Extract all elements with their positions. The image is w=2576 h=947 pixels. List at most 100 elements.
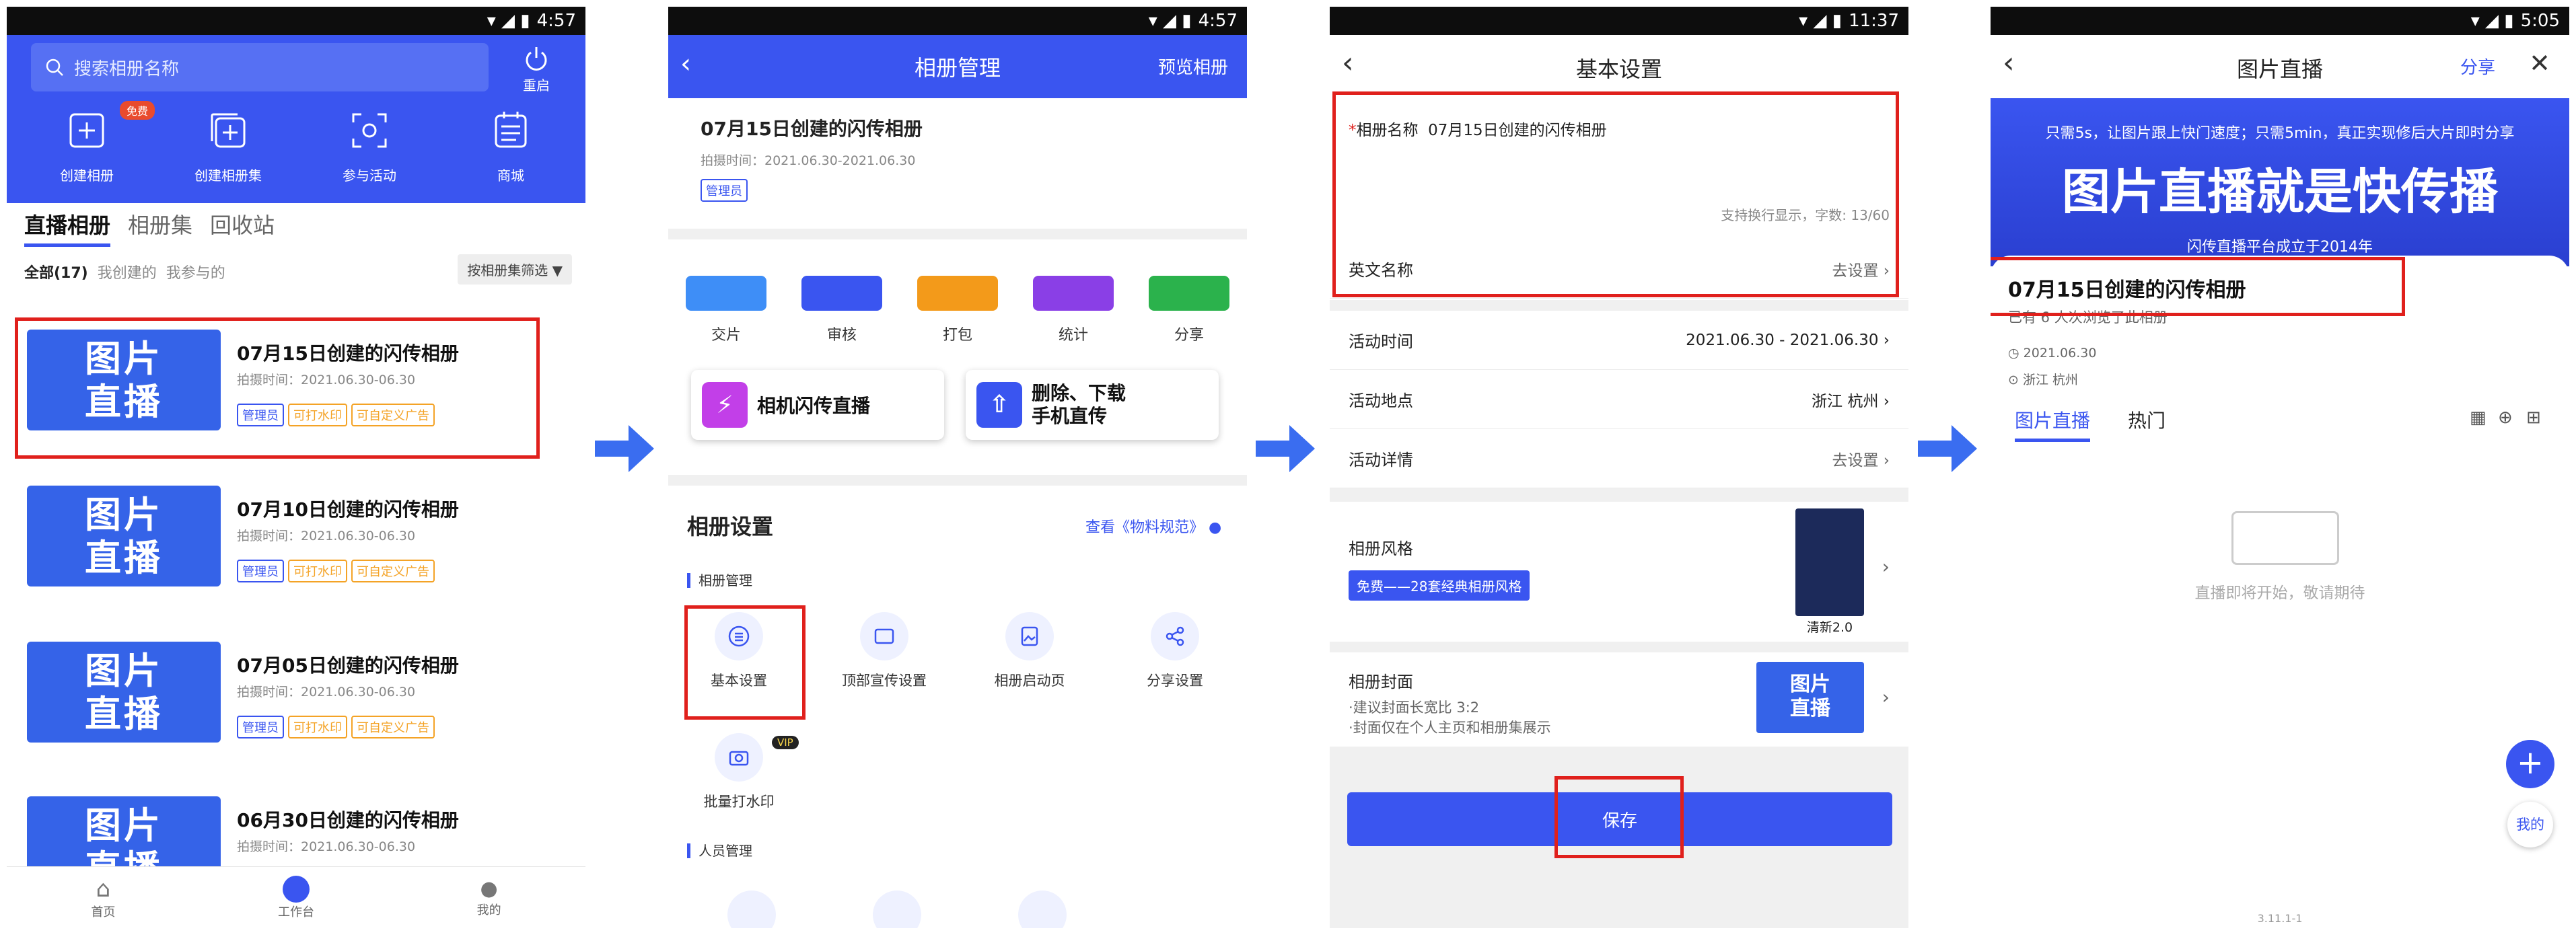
spec-link-label: 查看《物料规范》 — [1085, 519, 1205, 536]
highlight-box — [1991, 257, 2405, 316]
tool-share[interactable]: 分享 — [1149, 276, 1229, 344]
row-value: 浙江 杭州 — [1812, 392, 1879, 410]
chevron-right-icon: › — [1882, 556, 1890, 578]
album-title: 07月15日创建的闪传相册 — [701, 118, 923, 140]
nav-home[interactable]: ⌂ 首页 — [63, 876, 143, 920]
action-label: 商城 — [497, 167, 524, 184]
status-bar: ▾ ◢ ▮ 4:57 — [668, 7, 1247, 35]
tag-watermark: 可打水印 — [288, 560, 347, 582]
tab-live-photos[interactable]: 图片直播 — [2015, 406, 2091, 442]
album-thumbnail: 图片直播 — [27, 642, 221, 743]
add-fab-icon[interactable]: + — [2506, 740, 2554, 788]
launch-page-item[interactable]: 相册启动页 — [972, 612, 1087, 690]
album-tags: 管理员 可打水印 可自定义广告 — [237, 716, 435, 738]
role-badge: 管理员 — [701, 179, 748, 202]
filter-mine[interactable]: 我创建的 — [98, 261, 157, 282]
screen-live-album: ▾ ◢ ▮ 5:05 ‹ 图片直播 分享 ✕ 只需5s，让图片跟上快门速度；只需5… — [1991, 7, 2569, 928]
activity-place-row[interactable]: 活动地点 浙江 杭州 › — [1330, 370, 1908, 429]
download-folder-icon — [917, 276, 998, 311]
phone-upload-card[interactable]: ⇧ 删除、下载 手机直传 — [966, 370, 1219, 440]
card-label-line1: 删除、下载 — [1032, 382, 1126, 404]
tab-album-set[interactable]: 相册集 — [128, 209, 192, 247]
chevron-right-icon: › — [1883, 392, 1890, 410]
camera-live-card[interactable]: ⚡ 相机闪传直播 — [691, 370, 944, 440]
create-album-set-button[interactable]: 创建相册集 — [171, 109, 285, 184]
chevron-right-icon: › — [1883, 451, 1890, 469]
list-item[interactable]: 图片 直播 07月10日创建的闪传相册 拍摄时间：2021.06.30-06.30… — [27, 472, 565, 593]
style-badge: 免费——28套经典相册风格 — [1349, 570, 1530, 601]
staff-settings-icon[interactable] — [1018, 891, 1067, 928]
tool-label: 分享 — [1174, 327, 1204, 344]
search-input[interactable]: 搜索相册名称 — [31, 43, 489, 91]
tab-hot[interactable]: 热门 — [2128, 406, 2166, 433]
filter-all[interactable]: 全部(17) — [24, 261, 88, 282]
top-promo-settings-item[interactable]: 顶部宣传设置 — [827, 612, 941, 690]
flow-arrow-icon — [1256, 422, 1315, 475]
row-label: 活动地点 — [1349, 391, 1413, 410]
tool-deliver[interactable]: 交片 — [686, 276, 766, 344]
nav-mine[interactable]: ● 我的 — [449, 877, 530, 918]
album-cover-row[interactable]: 相册封面 ·建议封面长宽比 3:2 ·封面仅在个人主页和相册集展示 图片 直播 › — [1330, 652, 1908, 747]
nav-label: 工作台 — [277, 905, 314, 919]
grid-view-icon[interactable]: ⊞ — [2526, 408, 2541, 428]
setting-label: 批量打水印 — [703, 794, 775, 810]
activity-detail-row[interactable]: 活动详情 去设置 › — [1330, 429, 1908, 488]
join-activity-button[interactable]: 参与活动 — [312, 109, 427, 184]
spec-link[interactable]: 查看《物料规范》 ● — [1085, 515, 1221, 537]
add-square-icon — [69, 113, 104, 148]
banner-icon — [860, 612, 908, 660]
album-tags: 管理员 可打水印 可自定义广告 — [237, 560, 435, 582]
banner-headline: 图片直播就是快传播 — [2061, 163, 2498, 220]
tool-review[interactable]: 审核 — [801, 276, 882, 344]
restart-button[interactable]: 重启 — [513, 44, 560, 94]
divider — [668, 475, 1247, 486]
upload-icon: ⇧ — [976, 382, 1022, 428]
album-style-row[interactable]: 相册风格 免费——28套经典相册风格 清新2.0 › — [1330, 502, 1908, 642]
scan-icon — [352, 113, 387, 148]
share-nodes-icon — [1151, 612, 1199, 660]
nav-bar: ‹ 相册管理 预览相册 — [668, 35, 1247, 98]
workbench-icon — [282, 875, 310, 903]
album-title: 07月10日创建的闪传相册 — [237, 498, 459, 521]
empty-camera-icon — [2231, 511, 2339, 565]
tool-stats[interactable]: 统计 — [1033, 276, 1114, 344]
staff-edit-icon[interactable] — [873, 891, 921, 928]
empty-state-text: 直播即将开始，敬请期待 — [2194, 584, 2365, 602]
create-album-button[interactable]: 创建相册 — [30, 109, 144, 184]
setting-label: 顶部宣传设置 — [842, 673, 927, 689]
album-thumbnail: 图片直播 — [27, 486, 221, 586]
row-value: 2021.06.30 - 2021.06.30 — [1686, 331, 1879, 349]
filter-joined[interactable]: 我参与的 — [166, 261, 225, 282]
tool-label: 打包 — [942, 327, 972, 344]
workspace-header: 搜索相册名称 重启 免费 创建相册 创建相册集 参与活动 商城 — [7, 35, 585, 203]
clock-icon: ◷ — [2008, 346, 2019, 361]
status-time: 5:05 — [2520, 11, 2560, 31]
flow-arrow-icon — [595, 422, 654, 475]
cover-tip: ·建议封面长宽比 3:2 — [1349, 699, 1480, 716]
globe-icon[interactable]: ⊕ — [2498, 408, 2513, 428]
style-preview — [1795, 508, 1864, 616]
list-item[interactable]: 图片 直播 07月05日创建的闪传相册 拍摄时间：2021.06.30-06.30… — [27, 628, 565, 749]
store-button[interactable]: 商城 — [454, 109, 568, 184]
album-date: 拍摄时间：2021.06.30-06.30 — [237, 685, 416, 699]
close-icon[interactable]: ✕ — [2529, 48, 2550, 78]
tool-package[interactable]: 打包 — [917, 276, 998, 344]
tool-grid: 交片 审核 打包 统计 分享 — [668, 276, 1247, 344]
nav-label: 首页 — [91, 905, 116, 919]
screen-album-list: ▾ ◢ ▮ 4:57 搜索相册名称 重启 免费 创建相册 创建相册集 参与活动 商… — [7, 7, 585, 928]
mine-button[interactable]: 我的 — [2507, 802, 2553, 847]
thumb-line: 图片 — [85, 804, 163, 847]
card-label: 相机闪传直播 — [757, 395, 871, 417]
album-set-filter-button[interactable]: 按相册集筛选 ▼ — [458, 254, 572, 285]
tab-live-album[interactable]: 直播相册 — [24, 209, 111, 247]
activity-time-row[interactable]: 活动时间 2021.06.30 - 2021.06.30 › — [1330, 311, 1908, 370]
share-settings-item[interactable]: 分享设置 — [1118, 612, 1232, 690]
row-label: 相册风格 — [1349, 539, 1413, 558]
tab-recycle-bin[interactable]: 回收站 — [210, 209, 275, 247]
preview-album-button[interactable]: 预览相册 — [1158, 54, 1228, 79]
staff-icon[interactable] — [727, 891, 776, 928]
section-album-management: 相册管理 — [687, 573, 752, 588]
share-button[interactable]: 分享 — [2460, 54, 2495, 79]
nav-workbench[interactable]: 工作台 — [256, 875, 336, 920]
qr-code-icon[interactable]: ▦ — [2470, 408, 2486, 428]
